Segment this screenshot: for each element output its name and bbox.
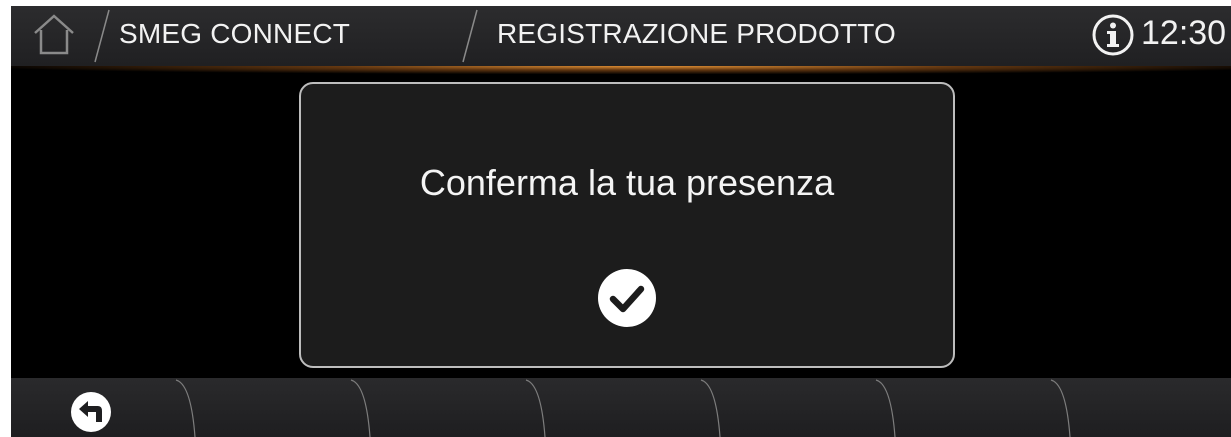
confirm-presence-dialog: Conferma la tua presenza <box>299 82 955 368</box>
clock: 12:30 <box>1141 14 1227 52</box>
bottom-tab-slot[interactable] <box>720 378 895 437</box>
bottom-bar <box>11 378 1231 437</box>
screen: SMEG CONNECT REGISTRAZIONE PRODOTTO 12:3… <box>11 6 1231 437</box>
top-bar: SMEG CONNECT REGISTRAZIONE PRODOTTO 12:3… <box>11 6 1231 66</box>
info-icon[interactable] <box>1091 13 1135 57</box>
header-accent-line <box>11 66 1231 74</box>
bottom-tab-slot[interactable] <box>545 378 720 437</box>
bottom-tab-slot[interactable] <box>370 378 545 437</box>
header-separator <box>94 9 110 63</box>
bottom-tab-slot[interactable] <box>1070 378 1231 437</box>
home-icon[interactable] <box>31 11 77 57</box>
header-separator <box>462 9 478 63</box>
dialog-message: Conferma la tua presenza <box>419 162 835 203</box>
check-circle-icon[interactable] <box>597 268 657 328</box>
breadcrumb-smeg-connect[interactable]: SMEG CONNECT <box>119 18 350 50</box>
bottom-tab-slot[interactable] <box>895 378 1070 437</box>
page-title: REGISTRAZIONE PRODOTTO <box>497 18 897 49</box>
bottom-tab-slot[interactable] <box>195 378 370 437</box>
